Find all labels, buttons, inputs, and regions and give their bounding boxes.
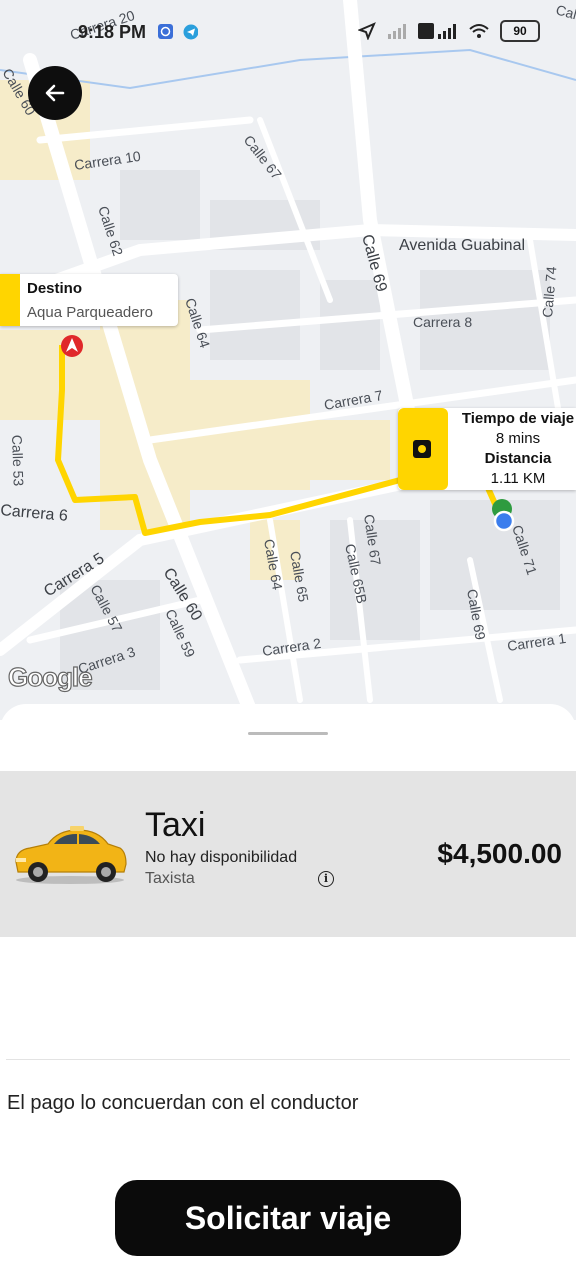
street-label: Calle 74 <box>539 265 559 318</box>
destination-accent <box>0 274 20 326</box>
battery-icon: 90 <box>500 20 540 42</box>
notification-icons <box>158 24 198 40</box>
google-logo: Google <box>7 661 93 692</box>
status-time: 9:18 PM <box>78 22 147 42</box>
origin-marker-icon <box>492 499 515 532</box>
ride-option-driver-type: Taxista <box>145 870 195 887</box>
street-label: Carrera 6 <box>0 502 69 525</box>
destination-card[interactable]: Destino Aqua Parqueadero <box>0 274 178 326</box>
location-arrow-icon <box>358 22 376 40</box>
ride-option-name: Taxi <box>145 806 206 844</box>
stop-icon <box>413 440 431 458</box>
map-canvas: Carrera 20 Calle 60 Carrera 10 Calle 67 … <box>0 0 576 717</box>
street-label: Carrera 8 <box>413 314 472 330</box>
trip-info-accent <box>398 408 448 490</box>
request-ride-button[interactable]: Solicitar viaje <box>115 1180 461 1256</box>
arrow-left-icon <box>45 84 65 102</box>
sheet-drag-handle[interactable] <box>248 732 328 735</box>
destination-place: Aqua Parqueadero <box>27 304 153 321</box>
destination-marker-icon <box>61 335 83 357</box>
trip-info-card: Tiempo de viaje 8 mins Distancia 1.11 KM <box>398 408 576 490</box>
trip-time-label: Tiempo de viaje <box>461 410 575 427</box>
street-label: Avenida Guabinal <box>399 237 525 254</box>
street-label: Calle 53 <box>9 435 27 487</box>
signal-weak-icon <box>388 24 406 39</box>
wifi-icon <box>469 24 489 38</box>
trip-distance-value: 1.11 KM <box>490 470 546 487</box>
map-view[interactable]: Carrera 20 Calle 60 Carrera 10 Calle 67 … <box>0 0 576 720</box>
payment-note: El pago lo concuerdan con el conductor <box>7 1092 359 1114</box>
trip-distance-label: Distancia <box>484 450 552 467</box>
back-button[interactable] <box>28 66 82 120</box>
divider <box>6 1059 570 1060</box>
street-label: Calle 67 <box>241 132 285 182</box>
trip-time-value: 8 mins <box>495 430 541 447</box>
taxi-car-icon <box>15 826 127 884</box>
ride-option-price: $4,500.00 <box>437 838 562 869</box>
info-icon[interactable]: i <box>318 871 334 887</box>
destination-title: Destino <box>27 280 83 297</box>
signal-lte-icon <box>418 23 456 39</box>
status-bar: 9:18 PM 90 <box>0 0 576 64</box>
ride-option-availability: No hay disponibilidad <box>145 849 298 866</box>
